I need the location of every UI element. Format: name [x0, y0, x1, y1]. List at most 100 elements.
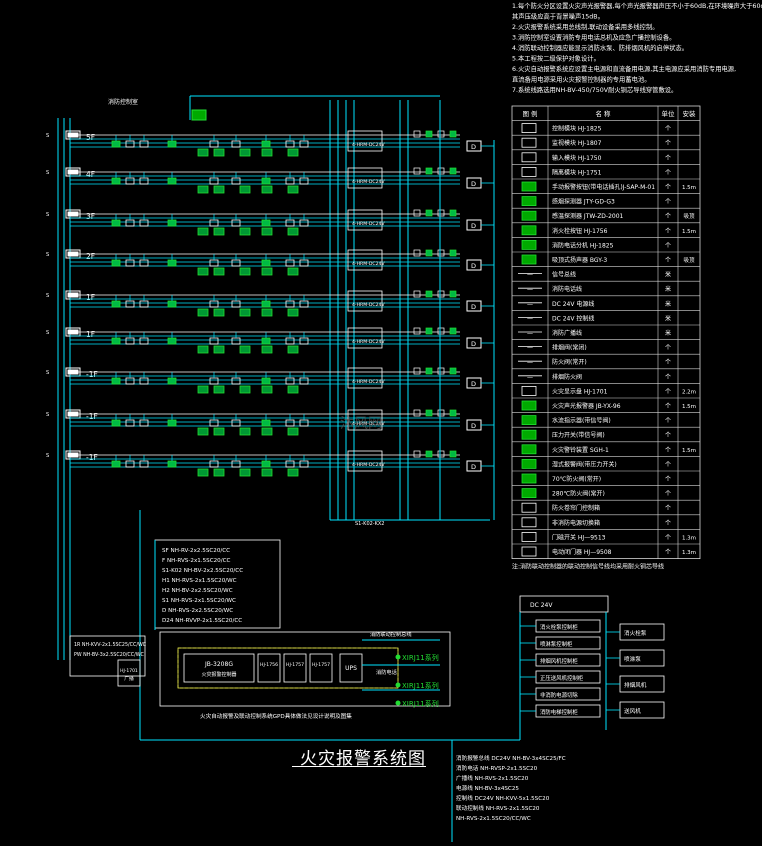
module-box [261, 148, 273, 157]
pump-control-label: 正压送风机控制柜 [540, 674, 584, 682]
legend-symbol [521, 444, 537, 455]
legend-unit: 个 [665, 461, 671, 468]
legend-unit: 个 [665, 228, 671, 235]
end-device [413, 327, 421, 335]
module-box [239, 385, 251, 394]
terminal-d: D [471, 463, 476, 471]
field-device [209, 377, 219, 385]
control-note: PW NH-BV-3x2.5SC20/CC/WC [74, 652, 144, 658]
field-device [125, 219, 135, 227]
legend-symbol-mark: — [527, 345, 533, 352]
legend-unit: 个 [665, 242, 671, 249]
bus-tag: S [46, 133, 49, 139]
field-device [111, 337, 121, 345]
module-label: 4-HRM-DC24V [352, 339, 385, 345]
field-device [261, 140, 271, 148]
end-device [437, 327, 445, 335]
field-device [285, 419, 295, 427]
legend-name: 感烟探测器 JTY-GD-G3 [552, 198, 615, 206]
equipment-label: 排烟风机 [624, 681, 647, 689]
legend-name: DC 24V 控制线 [552, 314, 594, 322]
legend-symbol-mark: — [527, 330, 533, 337]
end-device [413, 249, 421, 257]
equipment-label: 喷淋泵 [624, 655, 641, 663]
field-device [209, 460, 219, 468]
end-device [449, 249, 457, 257]
module-box [197, 148, 209, 157]
field-device [111, 377, 121, 385]
end-device [449, 167, 457, 175]
legend-name: 电动闭门器 HJ—9508 [552, 548, 612, 556]
legend-unit: 个 [665, 126, 671, 133]
field-device [209, 337, 219, 345]
module-label: 4-HRM-DC24V [352, 302, 385, 308]
field-device [209, 219, 219, 227]
pump-control-label: 消防电梯控制柜 [540, 708, 578, 716]
end-device [449, 450, 457, 458]
field-device [285, 377, 295, 385]
cabinet-label: S1-K02-KX2 [355, 521, 385, 527]
field-device [285, 460, 295, 468]
module-box [239, 148, 251, 157]
field-device [209, 140, 219, 148]
bottom-cable-note: 控制线 DC24V NH-KVV-5x1.5SC20 [456, 794, 550, 802]
legend-symbol [521, 239, 537, 250]
module-box [213, 468, 225, 477]
module-box [239, 308, 251, 317]
legend-unit: 米 [665, 314, 671, 322]
legend-symbol-mark: — [527, 315, 533, 322]
legend-symbol [521, 502, 537, 513]
legend-name: 排烟阀(常闭) [552, 344, 587, 352]
sub-unit-1 [257, 653, 281, 683]
bottom-cable-note: NH-RVS-2x1.5SC20/CC/WC [456, 816, 531, 822]
end-device [425, 209, 433, 217]
module-label: 4-HRM-DC24V [352, 142, 385, 148]
bottom-cable-note: 消防报警总线 DC24V NH-BV-3x4SC25/FC [456, 754, 566, 762]
field-device [299, 259, 309, 267]
field-device [231, 259, 241, 267]
field-device [231, 140, 241, 148]
legend-unit: 米 [665, 300, 671, 308]
broadcast-label: HJ-1701 [120, 668, 138, 674]
field-device [111, 177, 121, 185]
legend-symbol-mark: — [527, 272, 533, 279]
title-underline [292, 766, 426, 767]
legend-mount: 2.2m [682, 389, 696, 395]
floor-module-pack [347, 290, 383, 312]
module-box [261, 345, 273, 354]
floor-module-pack [347, 327, 383, 349]
field-device [299, 377, 309, 385]
end-device [425, 409, 433, 417]
legend-name: 消火栓按钮 HJ-1756 [552, 227, 608, 235]
field-device [125, 419, 135, 427]
module-box [213, 345, 225, 354]
terminal-d: D [471, 422, 476, 430]
end-device [413, 290, 421, 298]
floor-label: -1F [86, 453, 98, 462]
module-box [287, 385, 299, 394]
module-box [213, 185, 225, 194]
field-device [167, 300, 177, 308]
legend-name: 防火阀(常开) [552, 358, 587, 366]
legend-name: 火灾声光报警器 JB-YX-96 [552, 402, 621, 410]
legend-symbol [521, 196, 537, 207]
cable-note: D24 NH-RVVP-2x1.5SC20/CC [162, 618, 242, 624]
legend-unit: 个 [665, 418, 671, 425]
field-device [299, 337, 309, 345]
legend-unit: 米 [665, 329, 671, 337]
legend-name: 70℃防火阀(常开) [552, 475, 601, 483]
field-device [231, 177, 241, 185]
field-device [209, 259, 219, 267]
note-line: 3.消防控制室设置消防专用电话总机及应急广播控制设备。 [512, 33, 675, 42]
field-device [111, 419, 121, 427]
field-device [139, 219, 149, 227]
bus-tag: S [46, 412, 49, 418]
field-device [299, 219, 309, 227]
top-label: 消防控制室 [108, 98, 138, 106]
pump-control-label: 非消防电源切除 [540, 691, 578, 699]
xirj-bullet [395, 700, 401, 706]
legend-unit: 个 [665, 155, 671, 162]
legend-header: 单位 [662, 109, 676, 118]
legend-unit: 个 [665, 184, 671, 191]
end-device [449, 130, 457, 138]
